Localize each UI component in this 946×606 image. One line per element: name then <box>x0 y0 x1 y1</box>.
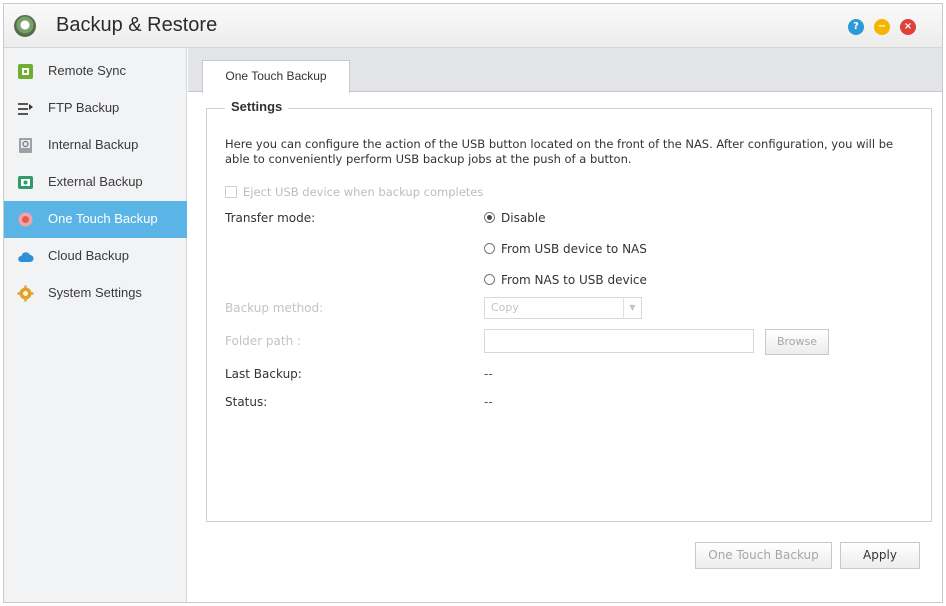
last-backup-label: Last Backup: <box>225 367 302 381</box>
backup-restore-app-icon <box>14 15 36 37</box>
main-content: One Touch Backup Settings Here you can c… <box>188 48 942 602</box>
tab-bar: One Touch Backup <box>188 48 942 93</box>
sidebar-item-external-backup[interactable]: External Backup <box>4 164 187 201</box>
eject-usb-checkbox[interactable] <box>225 186 237 198</box>
radio-button[interactable] <box>484 243 495 254</box>
browse-button[interactable]: Browse <box>765 329 829 355</box>
settings-panel: Settings Here you can configure the acti… <box>206 99 932 522</box>
backup-method-value: Copy <box>491 301 519 314</box>
sidebar: Remote Sync FTP Backup Internal Backup E… <box>4 48 187 602</box>
sidebar-item-label: One Touch Backup <box>48 211 158 226</box>
settings-description: Here you can configure the action of the… <box>225 137 894 166</box>
folder-path-label: Folder path : <box>225 334 302 348</box>
radio-label: From NAS to USB device <box>501 273 647 287</box>
sidebar-item-system-settings[interactable]: System Settings <box>4 275 187 312</box>
status-label: Status: <box>225 395 268 409</box>
radio-label: Disable <box>501 211 546 225</box>
apply-button[interactable]: Apply <box>840 542 920 569</box>
sidebar-item-label: External Backup <box>48 174 143 189</box>
sidebar-item-label: System Settings <box>48 285 142 300</box>
one-touch-backup-button[interactable]: One Touch Backup <box>695 542 832 569</box>
sidebar-item-ftp-backup[interactable]: FTP Backup <box>4 90 187 127</box>
external-backup-icon <box>18 176 33 189</box>
close-icon[interactable]: × <box>900 19 916 35</box>
status-value: -- <box>484 395 493 409</box>
gear-icon <box>17 285 34 302</box>
radio-label: From USB device to NAS <box>501 242 647 256</box>
sidebar-item-internal-backup[interactable]: Internal Backup <box>4 127 187 164</box>
radio-usb-to-nas[interactable]: From USB device to NAS <box>484 242 647 256</box>
backup-method-label: Backup method: <box>225 301 324 315</box>
sidebar-item-label: FTP Backup <box>48 100 120 115</box>
radio-button[interactable] <box>484 274 495 285</box>
eject-usb-checkbox-label: Eject USB device when backup completes <box>243 185 484 199</box>
sidebar-item-label: Remote Sync <box>48 63 127 78</box>
one-touch-backup-icon <box>18 212 33 227</box>
window-title: Backup & Restore <box>56 14 218 36</box>
cloud-icon <box>18 252 34 262</box>
sidebar-item-label: Internal Backup <box>48 137 139 152</box>
minimize-icon[interactable]: − <box>874 19 890 35</box>
backup-method-select[interactable]: Copy ▼ <box>484 297 642 319</box>
sidebar-item-one-touch-backup[interactable]: One Touch Backup <box>4 201 187 238</box>
transfer-mode-label: Transfer mode: <box>225 211 316 225</box>
radio-disable[interactable]: Disable <box>484 211 546 225</box>
sidebar-item-remote-sync[interactable]: Remote Sync <box>4 53 187 90</box>
title-bar: Backup & Restore ? − × <box>4 4 942 48</box>
eject-usb-checkbox-row: Eject USB device when backup completes <box>225 185 483 199</box>
last-backup-value: -- <box>484 367 493 381</box>
remote-sync-icon <box>18 64 33 79</box>
chevron-down-icon: ▼ <box>623 298 641 318</box>
ftp-backup-icon <box>18 103 33 115</box>
radio-nas-to-usb[interactable]: From NAS to USB device <box>484 273 647 287</box>
help-icon[interactable]: ? <box>848 19 864 35</box>
sidebar-item-cloud-backup[interactable]: Cloud Backup <box>4 238 187 275</box>
folder-path-input[interactable] <box>484 329 754 353</box>
sidebar-item-label: Cloud Backup <box>48 248 129 263</box>
app-window: Backup & Restore ? − × Remote Sync FTP B… <box>3 3 943 603</box>
radio-button-checked[interactable] <box>484 212 495 223</box>
tab-one-touch-backup[interactable]: One Touch Backup <box>202 60 350 93</box>
internal-backup-icon <box>19 138 32 153</box>
settings-legend: Settings <box>225 99 289 114</box>
